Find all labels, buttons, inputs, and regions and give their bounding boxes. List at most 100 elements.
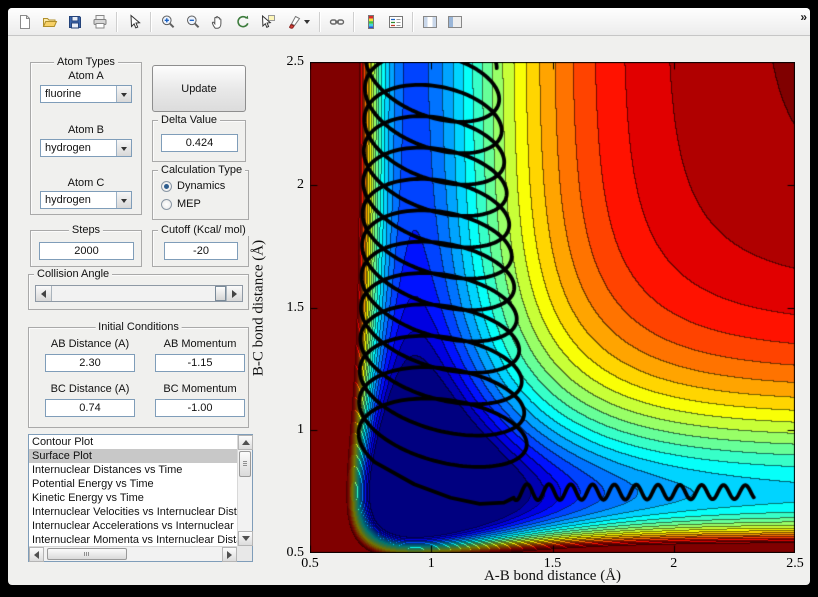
plot-list-item[interactable]: Internuclear Momenta vs Internuclear Dis… — [29, 533, 237, 546]
calculation-type-panel: Calculation Type Dynamics MEP — [152, 170, 249, 220]
horizontal-scrollbar[interactable] — [29, 546, 237, 561]
slider-right-arrow[interactable] — [226, 286, 242, 301]
y-axis-label: B-C bond distance (Å) — [251, 239, 268, 375]
initial-conditions-panel: Initial Conditions AB Distance (A) AB Mo… — [28, 327, 249, 428]
y-tick-label: 2 — [297, 177, 304, 193]
hide-plot-tools-icon — [422, 14, 438, 30]
collision-angle-title: Collision Angle — [34, 268, 112, 280]
toolbar-zoom-in-button[interactable] — [156, 10, 179, 33]
toolbar-separator — [150, 12, 151, 32]
dropdown-caret-icon[interactable] — [304, 20, 310, 27]
bc-distance-field[interactable]: 0.74 — [45, 399, 135, 417]
atom-c-dropdown-arrow-icon — [116, 192, 131, 208]
scroll-up-button[interactable] — [238, 435, 253, 450]
atom-b-dropdown-arrow-icon — [116, 140, 131, 156]
toolbar-hide-plot-tools-button[interactable] — [418, 10, 441, 33]
toolbar-separator — [116, 12, 117, 32]
vertical-scrollbar[interactable] — [237, 435, 252, 546]
insert-colorbar-icon — [363, 14, 379, 30]
edit-plot-icon — [126, 14, 142, 30]
vertical-scroll-thumb[interactable] — [239, 451, 251, 477]
plot-list-item[interactable]: Potential Energy vs Time — [29, 477, 237, 491]
ab-momentum-field[interactable]: -1.15 — [155, 354, 245, 372]
toolbar-print-figure-button[interactable] — [88, 10, 111, 33]
toolbar-pan-button[interactable] — [206, 10, 229, 33]
plot-list-item[interactable]: Internuclear Velocities vs Internuclear … — [29, 505, 237, 519]
toolbar-overflow-button[interactable]: » — [800, 10, 807, 24]
update-button[interactable]: Update — [152, 65, 246, 112]
toolbar-edit-plot-button[interactable] — [122, 10, 145, 33]
steps-title: Steps — [69, 224, 103, 236]
cutoff-panel: Cutoff (Kcal/ mol) -20 — [152, 230, 249, 267]
x-tick-label: 2.5 — [786, 556, 804, 572]
delta-value-field[interactable]: 0.424 — [161, 134, 238, 152]
plot-list-item[interactable]: Surface Plot — [29, 449, 237, 463]
atom-types-title: Atom Types — [54, 56, 118, 68]
toolbar-insert-legend-button[interactable] — [384, 10, 407, 33]
mep-radio-label: MEP — [177, 198, 201, 210]
calculation-type-title: Calculation Type — [158, 164, 245, 176]
atom-b-dropdown[interactable]: hydrogen — [40, 139, 132, 157]
toolbar-new-figure-button[interactable] — [13, 10, 36, 33]
mep-radio[interactable] — [161, 199, 172, 210]
new-figure-icon — [17, 14, 33, 30]
plot-list-item[interactable]: Internuclear Accelerations vs Internucle… — [29, 519, 237, 533]
toolbar-separator — [412, 12, 413, 32]
toolbar-show-plot-tools-button[interactable] — [443, 10, 466, 33]
toolbar-open-file-button[interactable] — [38, 10, 61, 33]
atom-b-label: Atom B — [31, 124, 141, 136]
toolbar-data-cursor-button[interactable] — [256, 10, 279, 33]
dynamics-radio[interactable] — [161, 181, 172, 192]
cutoff-field[interactable]: -20 — [164, 242, 238, 260]
delta-value-panel: Delta Value 0.424 — [152, 120, 246, 162]
slider-thumb[interactable] — [215, 286, 226, 301]
initial-conditions-title: Initial Conditions — [95, 321, 182, 333]
plot-list-item[interactable]: Kinetic Energy vs Time — [29, 491, 237, 505]
toolbar-zoom-out-button[interactable] — [181, 10, 204, 33]
plot-area: A-B bond distance (Å) B-C bond distance … — [310, 62, 795, 553]
atom-a-dropdown-arrow-icon — [116, 86, 131, 102]
toolbar-brush-data-button[interactable] — [281, 10, 314, 33]
x-tick-label: 1 — [428, 556, 435, 572]
scrollbar-corner — [237, 546, 252, 561]
atom-c-dropdown[interactable]: hydrogen — [40, 191, 132, 209]
ab-momentum-label: AB Momentum — [150, 338, 250, 350]
matlab-figure-window: » Atom Types Atom A fluorine Atom B hydr… — [8, 8, 810, 585]
dynamics-radio-label: Dynamics — [177, 180, 225, 192]
toolbar-link-plot-button[interactable] — [325, 10, 348, 33]
slider-left-arrow[interactable] — [36, 286, 52, 301]
toolbar-insert-colorbar-button[interactable] — [359, 10, 382, 33]
ab-distance-field[interactable]: 2.30 — [45, 354, 135, 372]
atom-a-value: fluorine — [41, 88, 116, 100]
toolbar-separator — [353, 12, 354, 32]
y-tick-label: 1.5 — [287, 300, 305, 316]
plot-list-item[interactable]: Contour Plot — [29, 435, 237, 449]
atom-a-label: Atom A — [31, 70, 141, 82]
scroll-left-button[interactable] — [29, 547, 44, 562]
collision-angle-slider[interactable] — [35, 285, 243, 302]
print-figure-icon — [92, 14, 108, 30]
figure-content: Atom Types Atom A fluorine Atom B hydrog… — [8, 36, 810, 585]
contour-plot-canvas[interactable] — [310, 62, 795, 553]
toolbar-separator — [319, 12, 320, 32]
scroll-down-button[interactable] — [238, 531, 253, 546]
x-tick-label: 1.5 — [544, 556, 562, 572]
pan-icon — [210, 14, 226, 30]
show-plot-tools-icon — [447, 14, 463, 30]
atom-types-panel: Atom Types Atom A fluorine Atom B hydrog… — [30, 62, 142, 215]
cutoff-title: Cutoff (Kcal/ mol) — [158, 224, 249, 236]
bc-distance-label: BC Distance (A) — [40, 383, 140, 395]
atom-b-value: hydrogen — [41, 142, 116, 154]
scroll-right-button[interactable] — [222, 547, 237, 562]
save-figure-icon — [67, 14, 83, 30]
plot-list-item[interactable]: Internuclear Distances vs Time — [29, 463, 237, 477]
steps-field[interactable]: 2000 — [39, 242, 134, 260]
toolbar-rotate-3d-button[interactable] — [231, 10, 254, 33]
toolbar-save-figure-button[interactable] — [63, 10, 86, 33]
rotate-3d-icon — [235, 14, 251, 30]
horizontal-scroll-thumb[interactable] — [47, 548, 127, 560]
ab-distance-label: AB Distance (A) — [40, 338, 140, 350]
bc-momentum-field[interactable]: -1.00 — [155, 399, 245, 417]
atom-a-dropdown[interactable]: fluorine — [40, 85, 132, 103]
y-tick-label: 1 — [297, 422, 304, 438]
